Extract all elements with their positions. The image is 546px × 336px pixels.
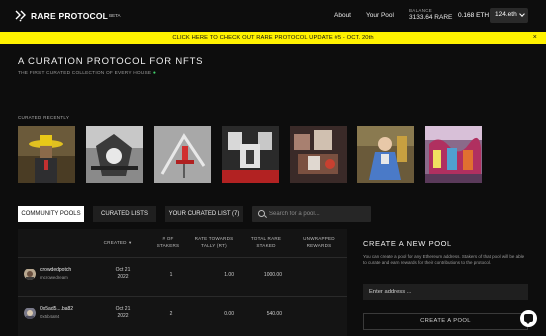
column-header-total-staked[interactable]: TOTAL RARE STAKED — [248, 235, 284, 249]
nft-thumbnail[interactable] — [86, 126, 143, 183]
pool-name[interactable]: crowdedpotch — [40, 267, 71, 273]
leaf-icon: ● — [152, 70, 157, 76]
stakers-count: 1 — [169, 272, 173, 278]
close-icon[interactable]: × — [533, 32, 537, 44]
avatar — [24, 268, 36, 280]
nft-thumbnail[interactable] — [290, 126, 347, 183]
row-divider — [18, 257, 347, 258]
total-staked: 1000.00 — [263, 272, 282, 278]
create-pool-title: CREATE A NEW POOL — [363, 239, 452, 248]
top-nav: RARE PROTOCOL BETA About Your Pool BALANC… — [0, 0, 546, 32]
created-date: Oct 21 2022 — [115, 306, 131, 319]
page-title: A CURATION PROTOCOL FOR NFTS — [18, 56, 204, 67]
rare-balance: BALANCE 3133.64 RARE — [409, 8, 452, 21]
announcement-banner[interactable]: CLICK HERE TO CHECK OUT RARE PROTOCOL UP… — [0, 32, 546, 44]
nft-thumbnail[interactable] — [18, 126, 75, 183]
tab-community-pools[interactable]: COMMUNITY POOLS — [18, 206, 84, 222]
nav-link-about[interactable]: About — [334, 12, 351, 19]
nft-thumbnail[interactable] — [222, 126, 279, 183]
pool-search[interactable] — [252, 206, 371, 222]
wallet-dropdown[interactable]: 124.eth — [490, 8, 528, 23]
tab-your-curated-list[interactable]: YOUR CURATED LIST (7) — [165, 206, 243, 222]
column-header-unwrapped[interactable]: UNWRAPPED REWARDS — [297, 235, 341, 249]
page-subtitle: THE FIRST CURATED COLLECTION OF EVERY HO… — [18, 70, 156, 76]
created-date: Oct 21 2022 — [115, 267, 131, 280]
sort-down-icon: ▼ — [128, 240, 133, 245]
avatar — [24, 307, 36, 319]
nav-link-your-pool[interactable]: Your Pool — [366, 12, 394, 19]
create-pool-button[interactable]: CREATE A POOL — [363, 313, 528, 330]
pool-name[interactable]: 0x5ad5....ba82 — [40, 306, 73, 312]
eth-balance: 0.168 ETH — [458, 12, 490, 19]
create-pool-description: You can create a pool for any Ethereum a… — [363, 254, 525, 266]
pool-owner: mcrowedream — [40, 275, 68, 280]
rate-value: 0.00 — [224, 311, 234, 317]
pool-owner: 0x5b4a84 — [40, 314, 60, 319]
column-header-rate[interactable]: RATE TOWARDS TALLY (RT) — [192, 235, 236, 249]
total-staked: 540.00 — [266, 311, 282, 317]
row-divider — [18, 296, 347, 297]
tab-curated-lists[interactable]: CURATED LISTS — [93, 206, 156, 222]
balance-label: BALANCE — [409, 8, 433, 13]
carousel-label: CURATED RECENTLY — [18, 115, 70, 120]
balance-value: 3133.64 RARE — [409, 14, 453, 21]
logo[interactable]: RARE PROTOCOL BETA — [14, 9, 120, 22]
address-input[interactable] — [363, 284, 528, 300]
rare-logo-icon — [14, 9, 27, 22]
logo-text: RARE PROTOCOL — [31, 10, 109, 21]
search-input[interactable] — [269, 206, 369, 222]
chat-icon — [524, 314, 533, 324]
column-header-created[interactable]: CREATED ▼ — [102, 239, 134, 246]
beta-badge: BETA — [109, 13, 121, 18]
create-pool-panel: CREATE A NEW POOL You can create a pool … — [363, 229, 528, 336]
rate-value: 1.00 — [224, 272, 234, 278]
chevron-down-icon — [519, 11, 525, 17]
search-icon — [258, 210, 265, 217]
banner-text: CLICK HERE TO CHECK OUT RARE PROTOCOL UP… — [172, 35, 374, 41]
subtitle-text: THE FIRST CURATED COLLECTION OF EVERY HO… — [18, 71, 152, 76]
chat-button[interactable] — [520, 310, 537, 327]
pools-table: CREATED ▼ # OF STAKERS RATE TOWARDS TALL… — [18, 229, 347, 336]
ens-name: 124.eth — [495, 11, 517, 18]
nft-thumbnail[interactable] — [154, 126, 211, 183]
nft-thumbnail[interactable] — [357, 126, 414, 183]
column-header-stakers[interactable]: # OF STAKERS — [156, 235, 180, 249]
stakers-count: 2 — [169, 311, 173, 317]
nft-thumbnail[interactable] — [425, 126, 482, 183]
created-header-label: CREATED — [103, 240, 127, 245]
